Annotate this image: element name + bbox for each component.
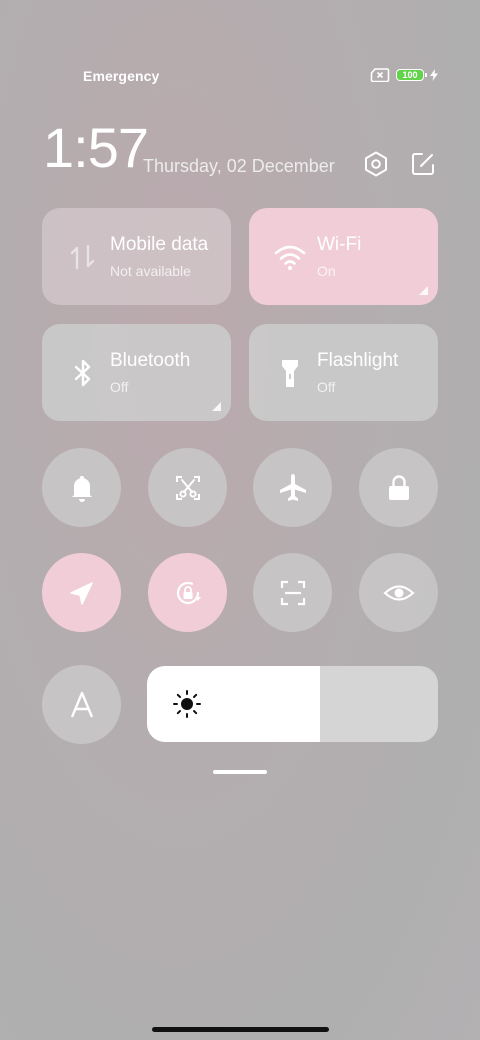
letter-a-icon [70, 691, 93, 717]
charging-icon [430, 69, 438, 81]
toggle-screenshot[interactable] [148, 448, 227, 527]
bell-icon [71, 475, 92, 502]
settings-button[interactable] [362, 150, 390, 178]
toggle-lock[interactable] [359, 448, 438, 527]
tile-subtitle: Not available [110, 263, 191, 279]
edit-button[interactable] [409, 150, 437, 178]
mobile-data-icon [70, 244, 95, 270]
toggle-scanner[interactable] [253, 553, 332, 632]
lock-icon [388, 474, 409, 500]
wifi-icon [274, 245, 306, 270]
status-carrier-text: Emergency [83, 68, 160, 84]
settings-hexagon-icon [365, 151, 387, 177]
flashlight-icon [282, 360, 298, 387]
panel-drag-handle[interactable] [213, 770, 267, 774]
tile-bluetooth[interactable]: Bluetooth Off [42, 324, 231, 421]
scan-icon [280, 580, 305, 605]
tile-subtitle: On [317, 263, 336, 279]
status-icons: 100 [370, 68, 438, 82]
tile-wifi[interactable]: Wi-Fi On [249, 208, 438, 305]
bluetooth-icon [74, 359, 91, 387]
tile-title: Wi-Fi [317, 234, 362, 255]
tile-expand-indicator [419, 286, 428, 295]
battery-level: 100 [402, 69, 418, 80]
no-sim-icon [370, 68, 390, 82]
rotation-lock-icon [176, 581, 201, 604]
toggle-rotation-lock[interactable] [148, 553, 227, 632]
home-indicator[interactable] [152, 1027, 329, 1032]
tile-subtitle: Off [317, 379, 336, 395]
toggle-location[interactable] [42, 553, 121, 632]
battery-icon: 100 [396, 69, 427, 81]
tile-title: Mobile data [110, 234, 209, 255]
tile-expand-indicator [212, 402, 221, 411]
date-text: Thursday, 02 December [143, 156, 335, 176]
tile-subtitle: Off [110, 379, 129, 395]
tile-title: Flashlight [317, 350, 399, 371]
scissors-icon [175, 475, 200, 500]
tile-flashlight[interactable]: Flashlight Off [249, 324, 438, 421]
location-icon [69, 581, 93, 605]
edit-icon [412, 153, 434, 175]
toggle-airplane[interactable] [253, 448, 332, 527]
eye-icon [382, 584, 415, 601]
airplane-icon [279, 473, 306, 501]
clock-time: 1:57 [43, 116, 149, 179]
tile-title: Bluetooth [110, 350, 191, 371]
toggle-auto-brightness[interactable] [42, 665, 121, 744]
brightness-slider[interactable] [147, 666, 438, 742]
tile-mobile-data[interactable]: Mobile data Not available [42, 208, 231, 305]
toggle-ring[interactable] [42, 448, 121, 527]
sun-icon [173, 690, 201, 718]
toggle-reading-mode[interactable] [359, 553, 438, 632]
